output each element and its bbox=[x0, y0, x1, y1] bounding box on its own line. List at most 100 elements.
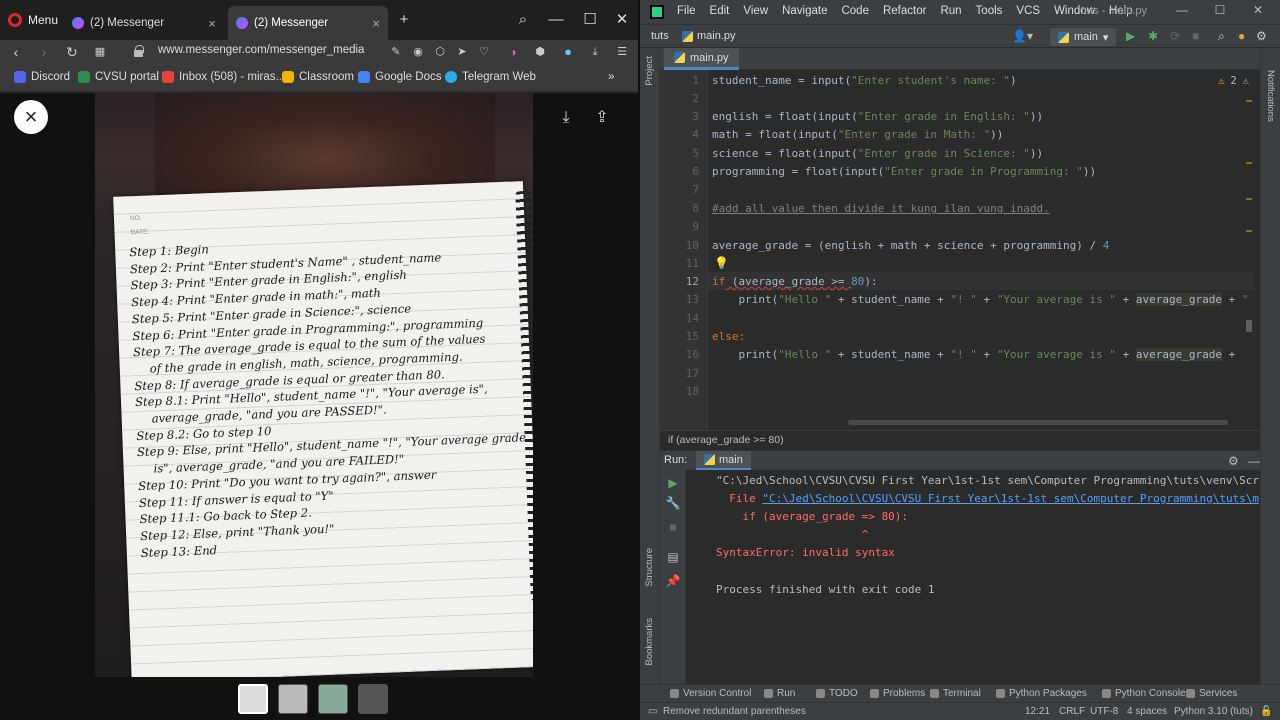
run-console-output[interactable]: "C:\Jed\School\CVSU\CVSU First Year\1st-… bbox=[686, 470, 1260, 684]
browser-tab-messenger-1[interactable]: (2) Messenger × bbox=[64, 6, 224, 40]
menu-vcs[interactable]: VCS bbox=[1016, 5, 1040, 17]
menu-edit[interactable]: Edit bbox=[710, 5, 730, 17]
hide-panel-icon[interactable]: — bbox=[1248, 454, 1260, 468]
run-config-dropdown[interactable]: main ▾ bbox=[1050, 28, 1117, 46]
close-viewer-button[interactable]: × bbox=[14, 100, 48, 134]
tool-window-python-packages[interactable]: Python Packages bbox=[996, 688, 1087, 699]
notifications-tool-tab[interactable]: Notifications bbox=[1265, 70, 1276, 122]
pin-icon[interactable]: 📌 bbox=[664, 572, 682, 590]
intention-bulb-icon[interactable]: 💡 bbox=[714, 256, 729, 270]
file-crumb[interactable]: main.py bbox=[682, 30, 736, 42]
menu-code[interactable]: Code bbox=[841, 5, 869, 17]
line-number[interactable]: 13 bbox=[669, 293, 699, 306]
bookmark-cvsu-portal[interactable]: CVSU portal bbox=[78, 71, 159, 83]
send-icon[interactable]: ➤ bbox=[452, 42, 472, 62]
bookmark-discord[interactable]: Discord bbox=[14, 71, 70, 83]
heart-icon[interactable]: ♡ bbox=[474, 42, 494, 62]
tab-grid-icon[interactable]: ▦ bbox=[90, 42, 110, 62]
menu-run[interactable]: Run bbox=[940, 5, 961, 17]
search-tabs-icon[interactable]: ⌕ bbox=[511, 8, 535, 32]
line-number[interactable]: 7 bbox=[669, 183, 699, 196]
line-number[interactable]: 6 bbox=[669, 165, 699, 178]
python-interpreter[interactable]: Python 3.10 (tuts) bbox=[1174, 706, 1253, 717]
new-tab-button[interactable]: + bbox=[392, 8, 416, 32]
line-number[interactable]: 8 bbox=[669, 202, 699, 215]
thumbnail[interactable] bbox=[238, 684, 268, 714]
vertical-scrollbar[interactable] bbox=[1246, 70, 1252, 430]
search-icon[interactable]: ⌕ bbox=[1218, 29, 1225, 44]
maximize-icon[interactable]: ☐ bbox=[1205, 3, 1235, 17]
opera-menu-button[interactable]: Menu bbox=[0, 0, 62, 40]
coverage-icon[interactable]: ⟳ bbox=[1170, 29, 1180, 43]
line-number[interactable]: 14 bbox=[669, 312, 699, 325]
line-number[interactable]: 15 bbox=[669, 330, 699, 343]
tool-window-services[interactable]: Services bbox=[1186, 688, 1237, 699]
settings-icon[interactable]: ⚙ bbox=[1256, 29, 1267, 43]
avatar[interactable]: ● bbox=[558, 42, 578, 62]
user-icon[interactable]: 👤▾ bbox=[1012, 29, 1033, 43]
tool-window-run[interactable]: Run bbox=[764, 688, 795, 699]
project-crumb[interactable]: tuts bbox=[651, 30, 669, 42]
download-icon[interactable]: ⤓ bbox=[585, 42, 605, 62]
run-icon[interactable]: ▶ bbox=[1126, 29, 1135, 43]
lock-icon[interactable]: 🔓 bbox=[1260, 706, 1272, 717]
line-separator[interactable]: CRLF bbox=[1059, 706, 1085, 717]
code-breadcrumb[interactable]: if (average_grade >= 80) bbox=[660, 430, 1260, 450]
line-number[interactable]: 10 bbox=[669, 239, 699, 252]
update-icon[interactable]: ● bbox=[1238, 29, 1245, 43]
traceback-file-link[interactable]: "C:\Jed\School\CVSU\CVSU First Year\1st-… bbox=[762, 492, 1259, 505]
status-icon[interactable]: ▭ bbox=[648, 706, 657, 717]
minimize-icon[interactable]: — bbox=[1167, 3, 1197, 17]
run-tab-main[interactable]: main bbox=[696, 451, 751, 471]
line-number[interactable]: 16 bbox=[669, 348, 699, 361]
bookmarks-tool-tab[interactable]: Bookmarks bbox=[644, 618, 655, 666]
reload-icon[interactable]: ↻ bbox=[62, 42, 82, 62]
line-number[interactable]: 2 bbox=[669, 92, 699, 105]
tool-window-version-control[interactable]: Version Control bbox=[670, 688, 751, 699]
editor-tab-main-py[interactable]: main.py bbox=[664, 48, 739, 70]
bookmark-telegram-web[interactable]: Telegram Web bbox=[445, 71, 536, 83]
extensions-icon[interactable]: ⬢ bbox=[530, 42, 550, 62]
close-tab-icon[interactable]: × bbox=[372, 16, 380, 31]
url-field[interactable]: www.messenger.com/messenger_media bbox=[158, 44, 364, 56]
maximize-icon[interactable]: ☐ bbox=[578, 8, 602, 32]
browser-tab-messenger-2[interactable]: (2) Messenger × bbox=[228, 6, 388, 40]
menu-file[interactable]: File bbox=[677, 5, 696, 17]
close-window-icon[interactable]: ✕ bbox=[1243, 3, 1273, 17]
debug-icon[interactable]: ✱ bbox=[1148, 29, 1158, 43]
back-icon[interactable]: ‹ bbox=[6, 42, 26, 62]
share-icon[interactable]: ⇪ bbox=[592, 108, 612, 128]
bookmark-classroom[interactable]: Classroom bbox=[282, 71, 354, 83]
tool-window-terminal[interactable]: Terminal bbox=[930, 688, 981, 699]
tool-window-todo[interactable]: TODO bbox=[816, 688, 858, 699]
project-tool-tab[interactable]: Project bbox=[644, 56, 655, 86]
minimize-icon[interactable]: — bbox=[544, 8, 568, 32]
download-media-icon[interactable]: ⤓ bbox=[556, 108, 576, 128]
bookmark-gmail-inbox[interactable]: Inbox (508) - miras... bbox=[162, 71, 285, 83]
menu-navigate[interactable]: Navigate bbox=[782, 5, 827, 17]
line-number[interactable]: 17 bbox=[669, 367, 699, 380]
stop-icon[interactable]: ■ bbox=[1192, 29, 1199, 43]
settings-icon[interactable]: ⚙ bbox=[1228, 454, 1239, 468]
structure-tool-tab[interactable]: Structure bbox=[644, 548, 655, 587]
indent-setting[interactable]: 4 spaces bbox=[1127, 706, 1167, 717]
line-number[interactable]: 4 bbox=[669, 128, 699, 141]
line-number[interactable]: 1 bbox=[669, 74, 699, 87]
line-number[interactable]: 11 bbox=[669, 257, 699, 270]
menu-tools[interactable]: Tools bbox=[976, 5, 1003, 17]
file-encoding[interactable]: UTF-8 bbox=[1090, 706, 1118, 717]
camera-icon[interactable]: ◉ bbox=[408, 42, 428, 62]
horizontal-scrollbar[interactable] bbox=[848, 420, 1228, 425]
line-number[interactable]: 5 bbox=[669, 147, 699, 160]
easy-setup-icon[interactable]: ☰ bbox=[612, 42, 632, 62]
stop-icon[interactable]: ■ bbox=[664, 518, 682, 536]
menu-refactor[interactable]: Refactor bbox=[883, 5, 926, 17]
layout-icon[interactable]: ▤ bbox=[664, 548, 682, 566]
forward-icon[interactable]: › bbox=[34, 42, 54, 62]
bookmark-google-docs[interactable]: Google Docs bbox=[358, 71, 441, 83]
line-number[interactable]: 12 bbox=[669, 275, 699, 288]
tool-window-problems[interactable]: Problems bbox=[870, 688, 925, 699]
wrench-icon[interactable]: 🔧 bbox=[664, 494, 682, 512]
menu-view[interactable]: View bbox=[743, 5, 768, 17]
line-number[interactable]: 9 bbox=[669, 220, 699, 233]
